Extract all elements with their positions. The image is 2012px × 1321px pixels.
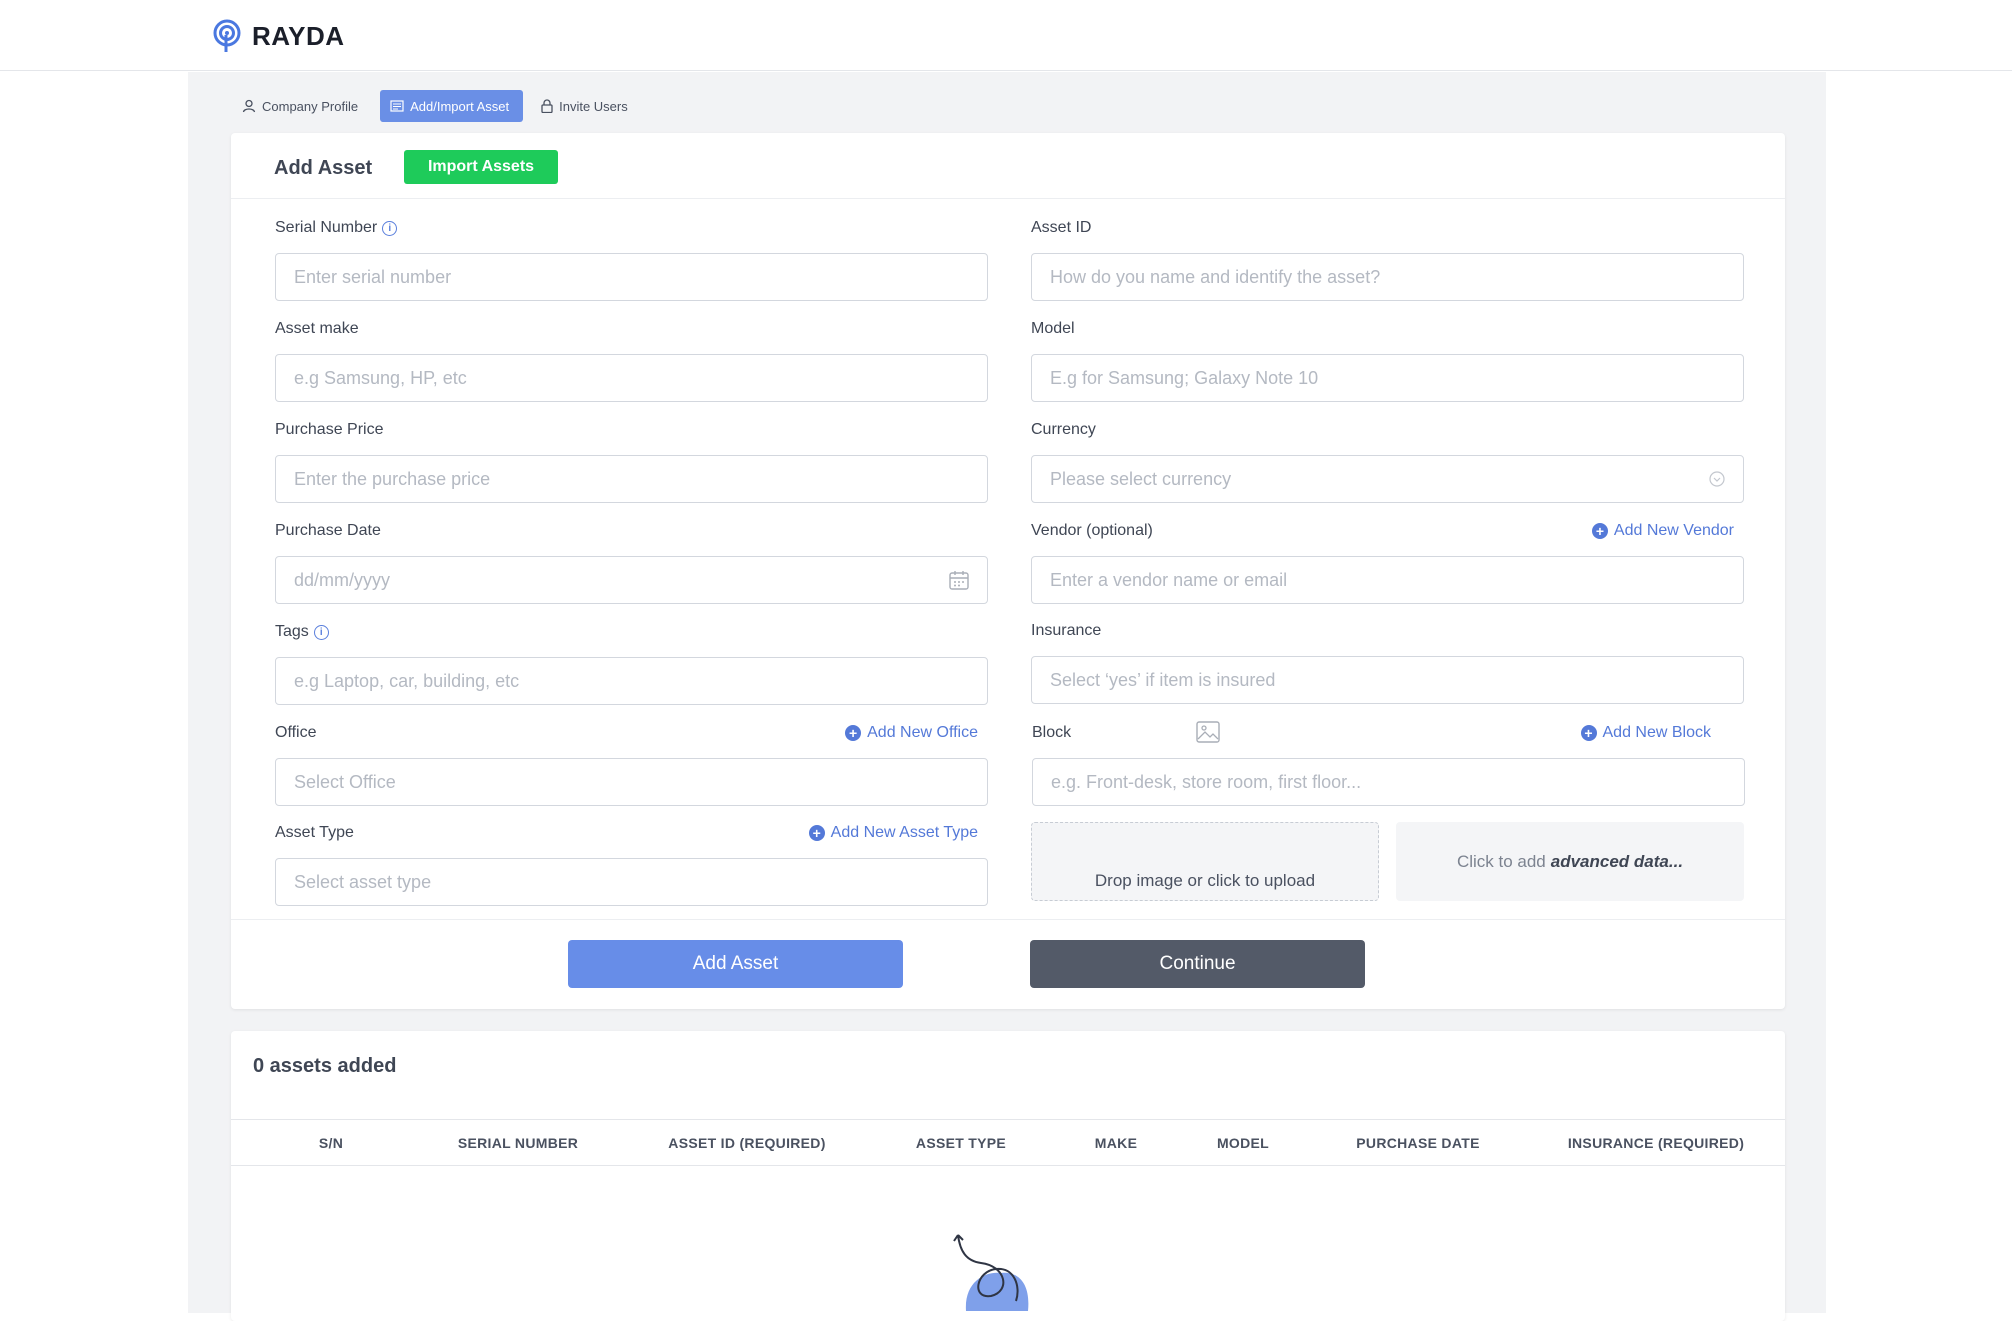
import-assets-button[interactable]: Import Assets: [404, 150, 558, 184]
image-upload-dropzone[interactable]: Drop image or click to upload: [1031, 822, 1379, 901]
add-new-office-link[interactable]: + Add New Office: [845, 724, 978, 742]
serial-number-field: Serial Number i: [275, 219, 988, 301]
empty-state-illustration: [953, 1234, 1029, 1311]
column-header: ASSET TYPE: [915, 1135, 1007, 1151]
top-bar: RAYDA: [0, 0, 2012, 71]
currency-label: Currency: [1031, 421, 1096, 438]
column-header: MODEL: [1216, 1135, 1270, 1151]
asset-type-field: Asset Type + Add New Asset Type: [275, 824, 988, 906]
tab-company-profile[interactable]: Company Profile: [232, 90, 372, 122]
plus-circle-icon: +: [1580, 725, 1597, 741]
block-label: Block: [1032, 724, 1072, 741]
advanced-data-button[interactable]: Click to add advanced data...: [1396, 822, 1744, 901]
office-field: Office + Add New Office: [275, 724, 988, 806]
column-header: ASSET ID (REQUIRED): [668, 1135, 826, 1151]
assets-count-title: 0 assets added: [253, 1055, 397, 1077]
tags-label: Tags: [275, 623, 309, 640]
model-input[interactable]: [1031, 354, 1744, 402]
serial-number-input[interactable]: [275, 253, 988, 301]
asset-make-label: Asset make: [275, 320, 359, 337]
asset-id-field: Asset ID: [1031, 219, 1744, 301]
asset-id-label: Asset ID: [1031, 219, 1092, 236]
brand-name: RAYDA: [252, 20, 345, 51]
column-header: INSURANCE (REQUIRED): [1567, 1135, 1745, 1151]
calendar-icon[interactable]: [948, 569, 970, 591]
tags-field: Tags i: [275, 623, 988, 705]
asset-type-select[interactable]: [275, 858, 988, 906]
lock-icon: [541, 99, 553, 113]
add-new-block-link[interactable]: + Add New Block: [1580, 724, 1712, 742]
model-field: Model: [1031, 320, 1744, 402]
assets-table-card: 0 assets added S/N SERIAL NUMBER ASSET I…: [231, 1031, 1785, 1321]
purchase-date-input[interactable]: [275, 556, 988, 604]
list-icon: [390, 100, 404, 112]
add-new-asset-type-link[interactable]: + Add New Asset Type: [808, 824, 978, 842]
plus-circle-icon: +: [845, 725, 862, 741]
tab-invite-users[interactable]: Invite Users: [531, 90, 642, 122]
tab-label: Add/Import Asset: [410, 98, 510, 114]
asset-make-field: Asset make: [275, 320, 988, 402]
block-input[interactable]: [1032, 758, 1745, 806]
insurance-field: Insurance: [1031, 622, 1744, 704]
user-icon: [242, 99, 256, 113]
logo-icon: [213, 19, 241, 52]
currency-select[interactable]: [1031, 455, 1744, 503]
currency-input[interactable]: [1031, 455, 1744, 503]
info-icon[interactable]: i: [382, 220, 398, 236]
insurance-label: Insurance: [1031, 622, 1102, 639]
vendor-field: Vendor (optional) + Add New Vendor: [1031, 522, 1744, 604]
purchase-date-label: Purchase Date: [275, 522, 381, 539]
plus-circle-icon: +: [808, 825, 825, 841]
chevron-down-icon: [1709, 471, 1725, 487]
serial-number-label: Serial Number: [275, 219, 378, 236]
step-tabs: Company Profile Add/Import Asset Invite …: [232, 90, 642, 122]
tab-add-import-asset[interactable]: Add/Import Asset: [380, 90, 524, 122]
column-header: SERIAL NUMBER: [457, 1135, 579, 1151]
date-picker[interactable]: [275, 556, 988, 604]
brand-logo[interactable]: RAYDA: [212, 19, 345, 53]
vendor-input[interactable]: [1031, 556, 1744, 604]
model-label: Model: [1031, 320, 1075, 337]
currency-field: Currency: [1031, 421, 1744, 503]
image-icon[interactable]: [1196, 721, 1220, 743]
add-asset-form-card: Add Asset Import Assets Serial Numberi A…: [231, 133, 1785, 1009]
purchase-price-label: Purchase Price: [275, 421, 384, 438]
form-title: Add Asset: [274, 157, 373, 179]
insurance-input[interactable]: [1031, 656, 1744, 704]
tab-label: Invite Users: [559, 98, 628, 114]
office-label: Office: [275, 724, 317, 741]
purchase-date-field: Purchase Date: [275, 522, 988, 604]
add-new-block-label: Add New Block: [1602, 724, 1712, 741]
advanced-bold: advanced data...: [1550, 851, 1684, 871]
add-new-vendor-label: Add New Vendor: [1613, 522, 1734, 539]
office-select[interactable]: [275, 758, 988, 806]
asset-make-input[interactable]: [275, 354, 988, 402]
column-header: PURCHASE DATE: [1356, 1135, 1480, 1151]
advanced-prefix: Click to add: [1456, 851, 1546, 871]
info-icon[interactable]: i: [313, 624, 329, 640]
asset-type-label: Asset Type: [275, 824, 354, 841]
form-header: Add Asset Import Assets: [231, 133, 1785, 199]
column-header: MAKE: [1094, 1135, 1138, 1151]
block-field: Block + Add New Block: [1032, 721, 1745, 806]
plus-circle-icon: +: [1591, 523, 1608, 539]
asset-id-input[interactable]: [1031, 253, 1744, 301]
tab-label: Company Profile: [262, 98, 359, 114]
purchase-price-field: Purchase Price: [275, 421, 988, 503]
upload-label: Drop image or click to upload: [1094, 871, 1316, 890]
divider: [231, 919, 1785, 920]
continue-button[interactable]: Continue: [1030, 940, 1365, 988]
column-header: S/N: [318, 1135, 344, 1151]
purchase-price-input[interactable]: [275, 455, 988, 503]
vendor-label: Vendor (optional): [1031, 522, 1153, 539]
add-asset-button[interactable]: Add Asset: [568, 940, 903, 988]
add-new-office-label: Add New Office: [867, 724, 978, 741]
tags-input[interactable]: [275, 657, 988, 705]
table-header: S/N SERIAL NUMBER ASSET ID (REQUIRED) AS…: [231, 1119, 1785, 1166]
add-new-asset-type-label: Add New Asset Type: [830, 824, 978, 841]
add-new-vendor-link[interactable]: + Add New Vendor: [1591, 522, 1734, 540]
